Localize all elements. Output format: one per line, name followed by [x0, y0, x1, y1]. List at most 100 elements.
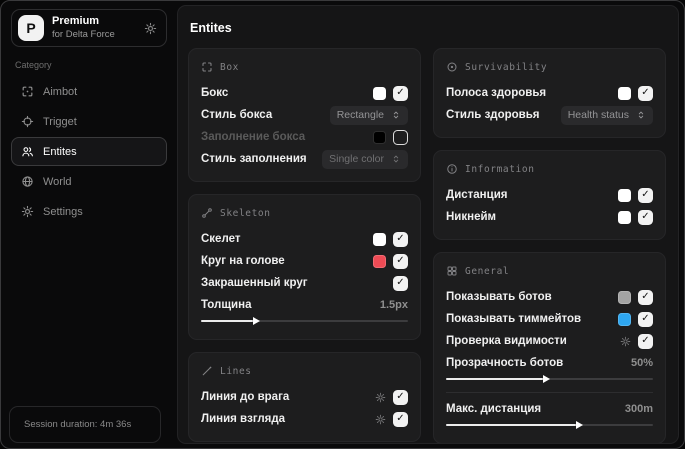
color-swatch[interactable]: [618, 188, 631, 202]
setting-label: Заполнение бокса: [201, 131, 306, 143]
setting-label: Макс. дистанция: [446, 402, 542, 415]
setting-label: Стиль здоровья: [446, 109, 540, 121]
sidebar-item-label: Settings: [43, 205, 83, 218]
sidebar-item-label: Trigget: [43, 115, 77, 128]
aimbot-icon: [21, 85, 34, 98]
gear-icon[interactable]: [375, 392, 386, 403]
setting-label: Бокс: [201, 87, 229, 99]
checkbox[interactable]: [638, 333, 653, 349]
dropdown-value: Single color: [329, 153, 384, 165]
checkbox[interactable]: [393, 231, 408, 247]
gear-icon[interactable]: [144, 22, 157, 35]
color-swatch[interactable]: [618, 290, 631, 304]
bot-opacity-slider[interactable]: [446, 373, 653, 384]
bone-icon: [202, 208, 212, 218]
unfold-icon: [393, 111, 399, 119]
checkbox[interactable]: [638, 187, 653, 203]
slider-thumb[interactable]: [576, 420, 584, 429]
color-swatch[interactable]: [373, 130, 386, 144]
setting-row: Линия взгляда: [201, 408, 408, 430]
max-distance-slider[interactable]: [446, 419, 653, 430]
health-style-dropdown[interactable]: Health status: [560, 105, 653, 125]
setting-label: Скелет: [201, 233, 241, 245]
section-title: Skeleton: [220, 207, 271, 219]
section-box: Box Бокс Стиль бокса Rectangle: [188, 48, 421, 182]
checkbox[interactable]: [393, 85, 408, 101]
gear-icon: [21, 205, 34, 218]
globe-icon: [21, 175, 34, 188]
sidebar-item-world[interactable]: World: [11, 167, 167, 196]
setting-label: Дистанция: [446, 189, 508, 201]
divider: [446, 392, 653, 393]
color-swatch[interactable]: [618, 210, 631, 224]
color-swatch[interactable]: [373, 232, 386, 246]
checkbox[interactable]: [638, 209, 653, 225]
line-icon: [202, 366, 212, 376]
grid-icon: [447, 266, 457, 276]
gear-icon[interactable]: [375, 414, 386, 425]
gear-icon[interactable]: [620, 336, 631, 347]
section-general: General Показывать ботов Показывать тимм…: [433, 252, 666, 443]
setting-label: Стиль бокса: [201, 109, 273, 121]
setting-row: Заполнение бокса: [201, 126, 408, 148]
setting-label: Показывать ботов: [446, 291, 552, 303]
setting-label: Полоса здоровья: [446, 87, 547, 99]
dropdown-value: Rectangle: [336, 109, 384, 121]
setting-row: Круг на голове: [201, 250, 408, 272]
slider-thumb[interactable]: [543, 374, 551, 383]
section-title: Information: [465, 163, 535, 175]
section-survivability: Survivability Полоса здоровья Стиль здор…: [433, 48, 666, 138]
section-title: Survivability: [465, 61, 548, 73]
sidebar-nav: Aimbot Trigget Entites World Settings: [11, 77, 167, 226]
app-logo: P: [18, 15, 44, 41]
checkbox[interactable]: [393, 253, 408, 269]
sidebar-item-label: Entites: [43, 145, 77, 158]
thickness-slider[interactable]: [201, 315, 408, 326]
session-duration-text: Session duration: 4m 36s: [24, 419, 132, 430]
checkbox[interactable]: [393, 389, 408, 405]
fill-style-dropdown[interactable]: Single color: [322, 149, 408, 169]
color-swatch[interactable]: [373, 86, 386, 100]
checkbox[interactable]: [638, 289, 653, 305]
category-label: Category: [15, 60, 52, 70]
setting-row: Макс. дистанция 300m: [446, 398, 653, 430]
color-swatch[interactable]: [618, 312, 631, 326]
setting-label: Прозрачность ботов: [446, 356, 564, 369]
brand-title: Premium: [52, 15, 100, 28]
setting-row: Толщина 1.5px: [201, 294, 408, 326]
checkbox[interactable]: [393, 129, 408, 145]
pulse-icon: [447, 62, 457, 72]
sidebar-item-entites[interactable]: Entites: [11, 137, 167, 166]
unfold-icon: [638, 111, 644, 119]
checkbox[interactable]: [638, 311, 653, 327]
setting-label: Проверка видимости: [446, 335, 567, 347]
setting-row: Показывать тиммейтов: [446, 308, 653, 330]
app-window: P Premium for Delta Force Category Aimbo…: [0, 0, 685, 449]
section-title: Lines: [220, 365, 252, 377]
setting-label: Круг на голове: [201, 255, 285, 267]
setting-row: Никнейм: [446, 206, 653, 228]
sidebar-item-aimbot[interactable]: Aimbot: [11, 77, 167, 106]
brand-card: P Premium for Delta Force: [11, 9, 167, 47]
sidebar-item-label: World: [43, 175, 72, 188]
sidebar-item-trigget[interactable]: Trigget: [11, 107, 167, 136]
setting-label: Показывать тиммейтов: [446, 313, 582, 325]
checkbox[interactable]: [393, 411, 408, 427]
sidebar-item-settings[interactable]: Settings: [11, 197, 167, 226]
color-swatch[interactable]: [618, 86, 631, 100]
dropdown-value: Health status: [567, 109, 629, 121]
setting-row: Скелет: [201, 228, 408, 250]
setting-row: Линия до врага: [201, 386, 408, 408]
box-style-dropdown[interactable]: Rectangle: [329, 105, 408, 125]
main-panel: Entites Box Бокс ✓ Стиль бокса Rectangle…: [177, 5, 679, 444]
setting-row: Бокс: [201, 82, 408, 104]
slider-thumb[interactable]: [252, 316, 260, 325]
checkbox[interactable]: [393, 275, 408, 291]
setting-row: Дистанция: [446, 184, 653, 206]
setting-row: Стиль здоровья Health status: [446, 104, 653, 126]
section-lines: Lines Линия до врага Линия взгляда: [188, 352, 421, 442]
setting-label: Закрашенный круг: [201, 277, 308, 289]
checkbox[interactable]: [638, 85, 653, 101]
setting-row: Стиль бокса Rectangle: [201, 104, 408, 126]
color-swatch[interactable]: [373, 254, 386, 268]
